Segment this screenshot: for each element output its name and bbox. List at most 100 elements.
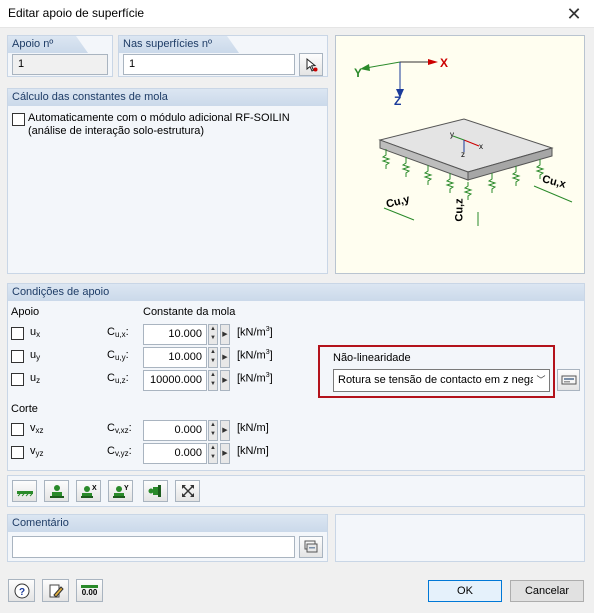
support-type-button-1[interactable] [12,480,37,502]
soilin-checkbox[interactable] [12,113,25,126]
spin-up-icon[interactable]: ▲ [209,444,217,453]
support-number-label: Apoio nº [8,36,88,53]
cvyz-label: Cv,yz: [107,445,132,458]
axis-x-label: X [440,56,449,70]
support-number-field[interactable]: 1 [12,54,108,75]
nonlinearity-value: Rotura se tensão de contacto em z nega [338,374,537,386]
apoio-label: Apoio [11,306,40,318]
cuy-unit: [kN/m3] [237,349,273,362]
pick-surfaces-button[interactable] [299,53,323,76]
chevron-down-icon[interactable]: ﹀ [533,370,549,391]
support-number-group: Apoio nº 1 [7,35,113,77]
nonlinearity-dropdown[interactable]: Rotura se tensão de contacto em z nega ﹀ [333,369,550,392]
nonlinearity-edit-button[interactable] [557,369,580,391]
label-cuz: Cu,z [453,198,466,222]
spin-down-icon[interactable]: ▼ [209,334,217,343]
cvxz-spinner[interactable]: ▲ ▼ [208,420,218,441]
cvxz-arrow-button[interactable]: ▶ [220,420,230,441]
spin-up-icon[interactable]: ▲ [209,371,217,380]
support-type-button-4[interactable]: Y [108,480,133,502]
cux-label: Cu,x: [107,326,129,339]
cuy-label: Cu,y: [107,349,129,362]
cuy-arrow-button[interactable]: ▶ [220,347,230,368]
cvxz-unit: [kN/m] [237,422,269,434]
title-bar: Editar apoio de superfície ✕ [0,0,594,28]
vyz-checkbox[interactable] [11,446,24,459]
ux-label: ux [30,326,41,339]
support-type-button-5[interactable] [143,480,168,502]
cux-arrow-button[interactable]: ▶ [220,324,230,345]
axis-y-label: Y [354,66,363,80]
comment-group: Comentário [7,514,328,562]
ground-support-icon [16,491,33,497]
uz-label: uz [30,372,41,385]
nonlinearity-label: Não-linearidade [333,352,411,364]
cvyz-spinner[interactable]: ▲ ▼ [208,443,218,464]
vxz-label: vxz [30,422,44,435]
support-x-icon: X [80,485,97,498]
spin-down-icon[interactable]: ▼ [209,453,217,462]
spin-up-icon[interactable]: ▲ [209,348,217,357]
surfaces-input[interactable]: 1 [123,54,295,75]
spin-up-icon[interactable]: ▲ [209,421,217,430]
cuy-input[interactable]: 10.000 [143,347,207,368]
units-button[interactable]: 0.00 [76,579,103,602]
comment-side-panel [335,514,585,562]
edit-button[interactable] [42,579,69,602]
cuz-spinner[interactable]: ▲ ▼ [208,370,218,391]
spin-up-icon[interactable]: ▲ [209,325,217,334]
pointer-pick-icon [306,57,318,72]
cuz-arrow-button[interactable]: ▶ [220,370,230,391]
corte-label: Corte [11,403,38,415]
spin-down-icon[interactable]: ▼ [209,430,217,439]
edit-pencil-icon [49,584,64,598]
surface-support-illustration [360,59,573,226]
cuz-input[interactable]: 10000.000 [143,370,207,391]
cvyz-unit: [kN/m] [237,445,269,457]
window-title: Editar apoio de superfície [8,6,145,20]
comment-input[interactable] [12,536,295,558]
ok-button[interactable]: OK [428,580,502,602]
ux-checkbox[interactable] [11,327,24,340]
uy-checkbox[interactable] [11,350,24,363]
fixed-support-icon [49,485,64,498]
mini-axis-z: z [461,150,465,159]
spring-calc-header: Cálculo das constantes de mola [8,89,327,106]
spin-down-icon[interactable]: ▼ [209,357,217,366]
spin-down-icon[interactable]: ▼ [209,380,217,389]
uz-checkbox[interactable] [11,373,24,386]
wall-support-icon [148,485,161,497]
soilin-label-line2: (análise de interação solo-estrutura) [28,125,205,137]
svg-text:X: X [92,485,97,492]
cuy-spinner[interactable]: ▲ ▼ [208,347,218,368]
units-label: 0.00 [80,584,99,597]
support-type-button-2[interactable] [44,480,69,502]
cux-spinner[interactable]: ▲ ▼ [208,324,218,345]
edit-settings-icon [561,375,576,385]
cancel-button[interactable]: Cancelar [510,580,584,602]
cvxz-input[interactable]: 0.000 [143,420,207,441]
cux-input[interactable]: 10.000 [143,324,207,345]
svg-text:?: ? [19,587,25,598]
close-icon[interactable]: ✕ [554,0,594,28]
cvyz-input[interactable]: 0.000 [143,443,207,464]
axis-z-label: Z [394,94,402,108]
support-diagram: Y X Z y x z Cu,y Cu,z Cu,x [335,35,585,274]
cux-unit: [kN/m3] [237,326,273,339]
svg-text:Y: Y [124,485,129,492]
help-button[interactable]: ? [8,579,35,602]
cuz-label: Cu,z: [107,372,129,385]
vyz-label: vyz [30,445,44,458]
release-arrows-icon [181,485,194,497]
comment-label: Comentário [8,515,327,532]
support-type-button-3[interactable]: X [76,480,101,502]
mini-axis-y: y [450,130,454,139]
comment-library-button[interactable] [299,536,323,558]
free-support-button[interactable] [175,480,200,502]
cvyz-arrow-button[interactable]: ▶ [220,443,230,464]
surfaces-label: Nas superfícies nº [119,36,239,53]
soilin-label-line1: Automaticamente com o módulo adicional R… [28,112,290,124]
vxz-checkbox[interactable] [11,423,24,436]
mini-axis-x: x [479,142,483,151]
support-y-icon: Y [112,485,129,498]
